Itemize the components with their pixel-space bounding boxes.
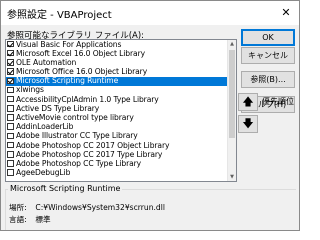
- reference-label: Microsoft Scripting Runtime: [16, 76, 119, 86]
- reference-checkbox[interactable]: [7, 160, 14, 167]
- reference-checkbox[interactable]: [7, 95, 14, 103]
- priority-controls: 🡅 優先順位 🡇: [238, 93, 296, 133]
- references-listbox[interactable]: Visual Basic For Applications Microsoft E…: [5, 39, 237, 182]
- language-line: 言語: 標準: [9, 214, 51, 225]
- scroll-up-icon[interactable]: ▲: [228, 40, 236, 48]
- reference-label: OLE Automation: [16, 57, 77, 67]
- reference-checkbox[interactable]: [7, 77, 14, 85]
- location-line: 場所: C:¥Windows¥System32¥scrrun.dll: [9, 202, 165, 213]
- reference-checkbox[interactable]: [7, 123, 14, 130]
- vertical-scrollbar[interactable]: ▲ ▼: [227, 40, 236, 181]
- reference-label: xlwings: [16, 85, 44, 95]
- cancel-button[interactable]: キャンセル: [241, 47, 295, 64]
- references-dialog: 参照設定 - VBAProject ✕ 参照可能なライブラリ ファイル(A): …: [0, 0, 300, 231]
- reference-label: Adobe Photoshop CC 2017 Object Library: [16, 140, 170, 150]
- reference-checkbox[interactable]: [7, 151, 14, 158]
- location-value: C:¥Windows¥System32¥scrrun.dll: [35, 203, 165, 212]
- language-value: 標準: [35, 215, 51, 224]
- reference-checkbox[interactable]: [7, 105, 14, 112]
- references-list: Visual Basic For Applications Microsoft E…: [6, 40, 227, 181]
- reference-checkbox[interactable]: [7, 141, 14, 149]
- reference-checkbox[interactable]: [7, 114, 14, 121]
- scroll-down-icon[interactable]: ▼: [228, 173, 236, 181]
- reference-label: AddinLoaderLib: [16, 122, 74, 132]
- titlebar: 参照設定 - VBAProject ✕: [1, 1, 299, 25]
- reference-checkbox[interactable]: [7, 169, 14, 176]
- reference-checkbox[interactable]: [7, 59, 14, 66]
- reference-checkbox[interactable]: [7, 40, 14, 48]
- list-item[interactable]: AgeeDebugLib: [6, 168, 227, 178]
- dialog-title: 参照設定 - VBAProject: [7, 10, 112, 21]
- reference-label: Microsoft Excel 16.0 Object Library: [16, 48, 146, 58]
- reference-checkbox[interactable]: [7, 49, 14, 57]
- language-label: 言語:: [9, 215, 27, 224]
- location-label: 場所:: [9, 203, 27, 212]
- scrollbar-thumb[interactable]: [229, 50, 235, 138]
- reference-label: Adobe Photoshop CC Type Library: [16, 158, 142, 168]
- reference-checkbox[interactable]: [7, 68, 14, 75]
- info-title: Microsoft Scripting Runtime: [8, 184, 123, 193]
- priority-label: 優先順位: [262, 97, 294, 106]
- reference-info: Microsoft Scripting Runtime 場所: C:¥Windo…: [5, 184, 296, 230]
- close-icon[interactable]: ✕: [279, 6, 293, 20]
- reference-label: Visual Basic For Applications: [16, 40, 122, 49]
- reference-label: ActiveMovie control type library: [16, 113, 134, 122]
- reference-checkbox[interactable]: [7, 86, 14, 94]
- move-down-icon[interactable]: 🡇: [238, 115, 258, 133]
- reference-label: Adobe Photoshop CC 2017 Type Library: [16, 149, 163, 159]
- reference-checkbox[interactable]: [7, 132, 14, 140]
- reference-label: AccessibilityCplAdmin 1.0 Type Library: [16, 94, 159, 104]
- move-up-icon[interactable]: 🡅: [238, 93, 258, 111]
- ok-button[interactable]: OK: [241, 29, 295, 46]
- browse-button[interactable]: 参照(B)...: [241, 71, 295, 88]
- reference-label: Adobe Illustrator CC Type Library: [16, 131, 138, 141]
- reference-label: Active DS Type Library: [16, 103, 100, 113]
- reference-label: Microsoft Office 16.0 Object Library: [16, 67, 148, 77]
- reference-label: AgeeDebugLib: [16, 168, 71, 178]
